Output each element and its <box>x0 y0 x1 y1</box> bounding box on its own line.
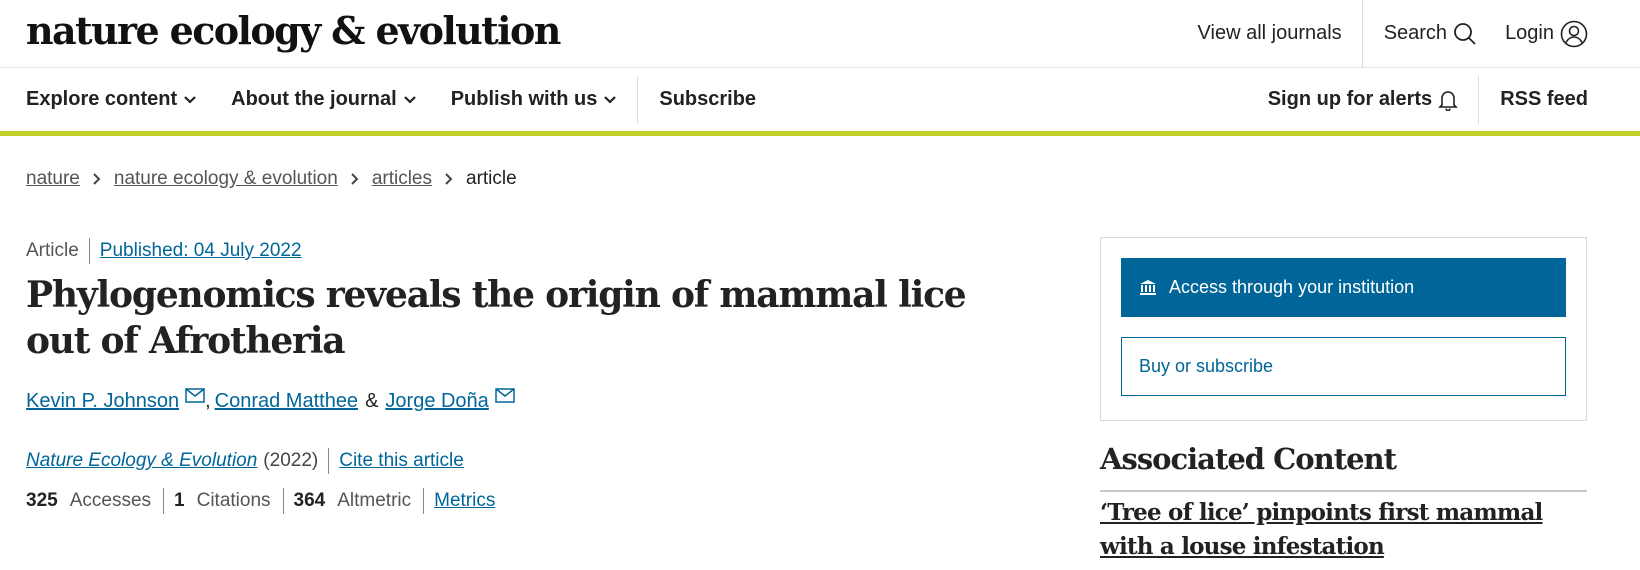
metric-label: Citations <box>196 490 271 511</box>
nav-right: Sign up for alerts RSS feed <box>1268 68 1588 131</box>
mail-icon[interactable] <box>185 388 205 403</box>
author-separator: , <box>205 390 211 412</box>
alerts-label: Sign up for alerts <box>1267 88 1433 110</box>
nav-publish-with-us[interactable]: Publish with us <box>451 88 618 111</box>
site-header: nature ecology & evolution View all jour… <box>0 0 1640 68</box>
metric-citations: 1 Citations <box>174 488 284 514</box>
metric-label: Altmetric <box>337 490 412 511</box>
view-all-journals-link[interactable]: View all journals <box>1198 22 1362 45</box>
search-label: Search <box>1383 22 1448 44</box>
chevron-down-icon <box>184 95 196 104</box>
author-link[interactable]: Conrad Matthee <box>215 390 358 413</box>
metric-value: 364 <box>293 490 326 511</box>
published-date-link[interactable]: Published: 04 July 2022 <box>90 240 302 262</box>
page-title: Phylogenomics reveals the origin of mamm… <box>26 274 967 362</box>
article-type: Article <box>26 238 90 264</box>
user-icon <box>1560 20 1588 47</box>
search-button[interactable]: Search <box>1363 22 1477 46</box>
nav-explore-content[interactable]: Explore content <box>26 88 197 111</box>
author-link[interactable]: Jorge Doña <box>385 390 488 413</box>
metrics-bar: 325 Accesses 1 Citations 364 Altmetric M… <box>26 488 495 514</box>
chevron-down-icon <box>403 95 416 104</box>
metric-altmetric: 364 Altmetric <box>294 488 425 514</box>
sign-up-alerts-link[interactable]: Sign up for alerts <box>1267 88 1459 111</box>
rss-feed-link[interactable]: RSS feed <box>1500 88 1588 111</box>
breadcrumb-current: article <box>466 168 517 189</box>
breadcrumb: nature nature ecology & evolution articl… <box>26 168 517 190</box>
author-separator: & <box>365 390 379 412</box>
journal-logo[interactable]: nature ecology & evolution <box>26 8 561 53</box>
chevron-down-icon <box>604 95 617 104</box>
citation-year: (2022) <box>263 448 330 474</box>
article-meta: Article Published: 04 July 2022 <box>26 238 302 264</box>
chevron-right-icon <box>350 172 360 186</box>
journal-link[interactable]: Nature Ecology & Evolution <box>26 450 257 472</box>
chevron-right-icon <box>92 172 102 186</box>
nav-divider <box>637 75 639 124</box>
login-button[interactable]: Login <box>1477 20 1640 48</box>
metric-accesses: 325 Accesses <box>26 488 165 514</box>
buy-or-subscribe-button[interactable]: Buy or subscribe <box>1121 337 1566 396</box>
breadcrumb-articles[interactable]: articles <box>372 168 432 190</box>
institution-icon <box>1140 279 1156 295</box>
search-icon <box>1454 22 1476 45</box>
bell-icon <box>1438 90 1459 111</box>
citation-line: Nature Ecology & Evolution (2022) Cite t… <box>26 448 464 474</box>
associated-article-link[interactable]: ‘Tree of lice’ pinpoints first mammal wi… <box>1100 496 1590 564</box>
main-nav: Explore content About the journal Publis… <box>0 68 1640 136</box>
nav-about-journal[interactable]: About the journal <box>231 88 417 111</box>
nav-about-label: About the journal <box>231 88 397 110</box>
metrics-link[interactable]: Metrics <box>434 490 495 512</box>
access-institution-button[interactable]: Access through your institution <box>1121 258 1566 317</box>
breadcrumb-nature[interactable]: nature <box>26 168 80 190</box>
chevron-right-icon <box>444 172 454 186</box>
cite-this-article-link[interactable]: Cite this article <box>329 450 464 472</box>
nav-divider <box>1478 75 1480 124</box>
nav-publish-label: Publish with us <box>450 88 598 110</box>
associated-divider <box>1100 490 1587 492</box>
header-actions: View all journals Search Login <box>1198 0 1640 67</box>
associated-content-heading: Associated Content <box>1100 442 1397 476</box>
access-institution-label: Access through your institution <box>1169 277 1415 297</box>
breadcrumb-journal[interactable]: nature ecology & evolution <box>114 168 338 190</box>
nav-explore-label: Explore content <box>26 88 178 110</box>
metric-label: Accesses <box>69 490 152 511</box>
access-panel: Access through your institution Buy or s… <box>1100 237 1587 421</box>
nav-left: Explore content About the journal Publis… <box>26 68 790 131</box>
author-list: Kevin P. Johnson , Conrad Matthee & Jorg… <box>26 388 515 413</box>
author-link[interactable]: Kevin P. Johnson <box>26 390 179 413</box>
mail-icon[interactable] <box>495 388 515 403</box>
metric-value: 325 <box>26 490 58 511</box>
nav-subscribe[interactable]: Subscribe <box>659 88 756 111</box>
metric-value: 1 <box>174 490 185 511</box>
login-label: Login <box>1505 22 1554 44</box>
